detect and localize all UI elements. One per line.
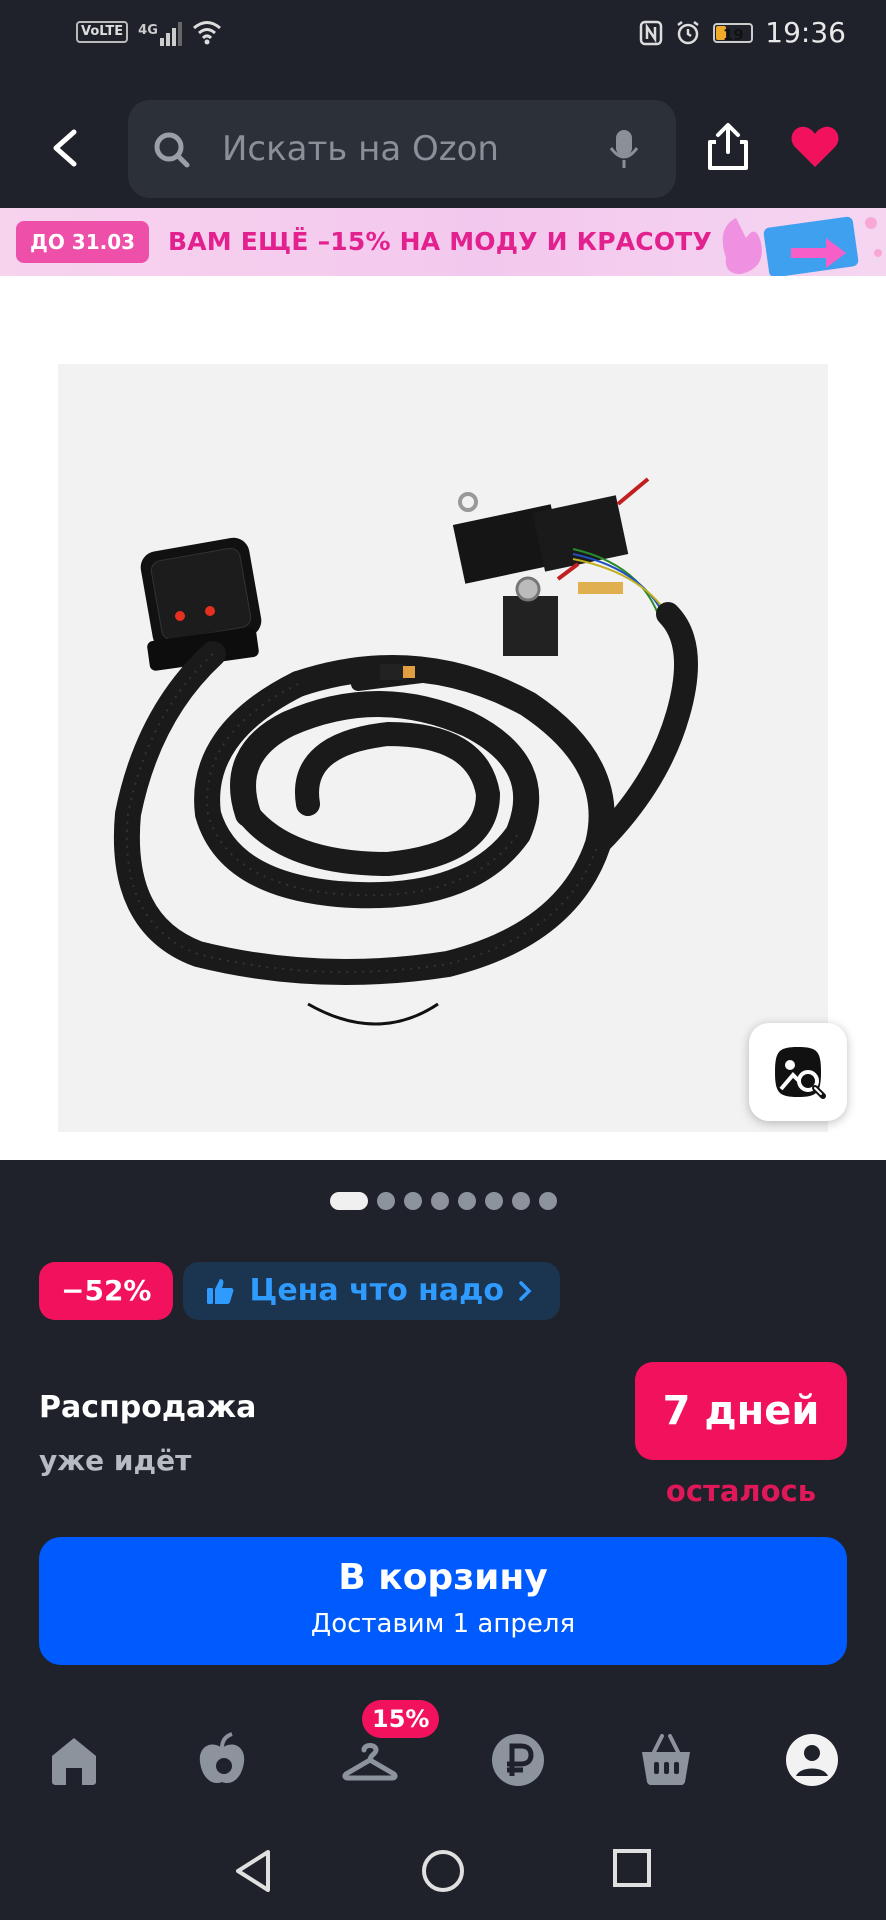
alarm-icon bbox=[677, 20, 700, 44]
pagination-dot-active[interactable] bbox=[329, 1192, 368, 1210]
wifi-icon bbox=[192, 21, 221, 45]
promo-decoration-icon bbox=[722, 216, 882, 276]
finance-icon[interactable] bbox=[488, 1730, 548, 1790]
battery-icon: 19 bbox=[713, 22, 754, 44]
pagination-dot[interactable] bbox=[457, 1192, 476, 1210]
top-bar: Искать на Ozon bbox=[0, 70, 886, 208]
pagination-dot[interactable] bbox=[403, 1192, 422, 1210]
sale-subtitle: уже идёт bbox=[39, 1444, 192, 1477]
bottom-tab-bar bbox=[0, 1700, 886, 1810]
cart-icon[interactable] bbox=[636, 1730, 696, 1790]
back-icon[interactable] bbox=[46, 128, 86, 168]
pagination-dot[interactable] bbox=[511, 1192, 530, 1210]
pagination-dot[interactable] bbox=[484, 1192, 503, 1210]
sale-days-badge: 7 дней bbox=[635, 1362, 847, 1460]
delivery-date-label: Доставим 1 апреля bbox=[310, 1609, 576, 1639]
status-bar: VoLTE 4G 19 19:36 bbox=[0, 0, 886, 70]
pagination-dot[interactable] bbox=[376, 1192, 395, 1210]
sale-title: Распродажа bbox=[39, 1390, 257, 1425]
image-search-icon bbox=[775, 1047, 826, 1099]
fashion-discount-badge: 15% bbox=[362, 1700, 440, 1738]
system-nav-bar bbox=[0, 1812, 886, 1920]
signal-icon: 4G bbox=[138, 18, 182, 46]
good-price-label: Цена что надо bbox=[249, 1273, 504, 1308]
search-input[interactable]: Искать на Ozon bbox=[128, 100, 676, 198]
home-nav-icon[interactable] bbox=[420, 1848, 466, 1894]
home-icon[interactable] bbox=[44, 1730, 104, 1790]
good-price-badge[interactable]: Цена что надо bbox=[183, 1262, 560, 1320]
visual-search-button[interactable] bbox=[749, 1023, 847, 1121]
profile-icon[interactable] bbox=[782, 1730, 842, 1790]
volte-indicator: VoLTE bbox=[76, 21, 129, 43]
back-nav-icon[interactable] bbox=[232, 1848, 274, 1894]
pagination-dot[interactable] bbox=[430, 1192, 449, 1210]
discount-badge: −52% bbox=[39, 1262, 174, 1320]
product-gallery[interactable] bbox=[0, 276, 886, 1160]
promo-text: ВАМ ЕЩЁ –15% НА МОДУ И КРАСОТУ bbox=[168, 227, 713, 256]
mic-icon[interactable] bbox=[608, 128, 640, 170]
search-placeholder: Искать на Ozon bbox=[222, 129, 499, 169]
promo-banner[interactable]: ДО 31.03 ВАМ ЕЩЁ –15% НА МОДУ И КРАСОТУ bbox=[0, 208, 886, 276]
sale-remaining-label: осталось bbox=[665, 1474, 817, 1508]
product-photo-illustration bbox=[58, 364, 828, 1132]
share-icon[interactable] bbox=[704, 122, 752, 172]
promo-date-badge: ДО 31.03 bbox=[16, 221, 150, 263]
fresh-icon[interactable] bbox=[192, 1730, 252, 1790]
add-to-cart-button[interactable]: В корзину Доставим 1 апреля bbox=[39, 1537, 847, 1665]
add-to-cart-label: В корзину bbox=[338, 1557, 548, 1598]
price-badges: −52% Цена что надо bbox=[39, 1262, 560, 1320]
product-image[interactable] bbox=[58, 364, 828, 1132]
pagination-dot[interactable] bbox=[538, 1192, 557, 1210]
gallery-pagination bbox=[0, 1190, 886, 1212]
search-icon bbox=[154, 132, 190, 168]
recents-nav-icon[interactable] bbox=[612, 1848, 652, 1888]
chevron-right-icon bbox=[519, 1281, 532, 1301]
thumbs-up-icon bbox=[207, 1279, 234, 1304]
heart-icon[interactable] bbox=[790, 125, 840, 169]
fashion-icon[interactable] bbox=[340, 1730, 400, 1790]
nfc-icon bbox=[640, 20, 663, 45]
clock: 19:36 bbox=[765, 16, 846, 49]
